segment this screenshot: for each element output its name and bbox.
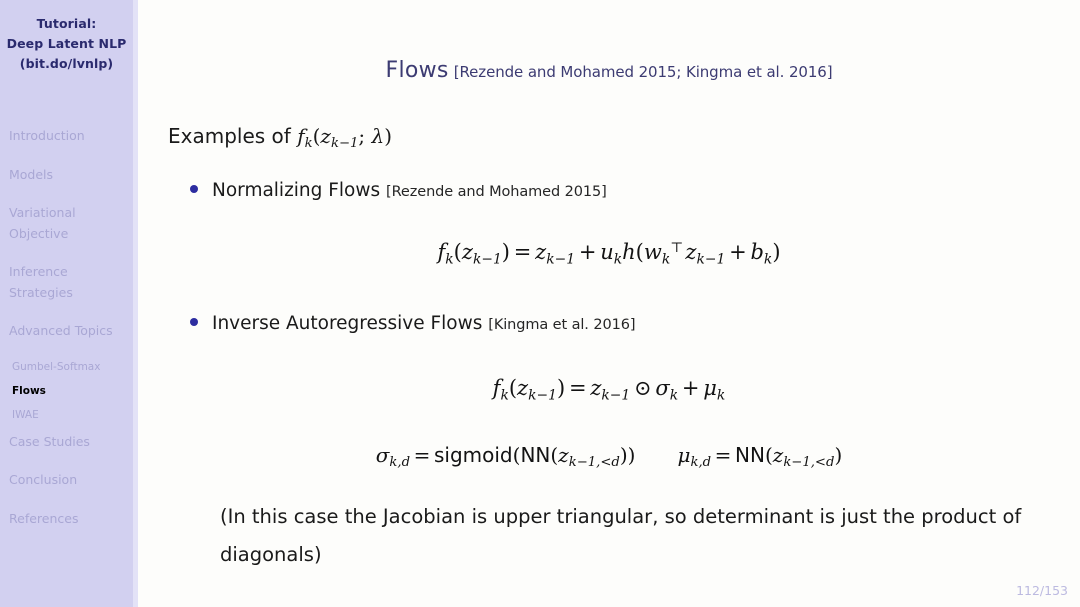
sidebar-item-advanced-topics[interactable]: Advanced Topics xyxy=(0,321,133,342)
sidebar-item-label: Introduction xyxy=(9,128,85,143)
sidebar-item-case-studies[interactable]: Case Studies xyxy=(0,432,133,453)
sidebar-item-variational-objective[interactable]: Variational Objective xyxy=(0,203,133,244)
sidebar-item-label: Flows xyxy=(12,384,46,397)
sidebar-title-line-1: Tutorial: xyxy=(36,16,97,31)
sidebar-item-label: Advanced Topics xyxy=(9,323,113,338)
examples-heading: Examples of fk(zk−1; λ) xyxy=(168,124,392,152)
page-title-citation: [Rezende and Mohamed 2015; Kingma et al.… xyxy=(453,63,833,81)
sidebar-item-label: References xyxy=(9,510,79,526)
examples-prefix: Examples of xyxy=(168,124,291,148)
bullet-citation: [Kingma et al. 2016] xyxy=(488,317,636,333)
bullet-icon xyxy=(190,317,198,326)
sidebar-item-gumbel-softmax[interactable]: Gumbel-Softmax xyxy=(0,360,133,374)
equation-iaf-params: σk,d = sigmoid(NN(zk−1,<d)) μk,d = NN(zk−1,<d… xyxy=(138,443,1080,471)
sidebar-title-line-2: Deep Latent NLP xyxy=(6,36,127,51)
equation-sigma: σk,d = sigmoid(NN(zk−1,<d)) xyxy=(375,443,636,471)
sidebar-item-label: Inference Strategies xyxy=(9,264,73,300)
sidebar-nav: Introduction Models Variational Objectiv… xyxy=(0,126,133,547)
page-title: Flows [Rezende and Mohamed 2015; Kingma … xyxy=(138,58,1080,83)
bullet-icon xyxy=(190,184,198,193)
sidebar-item-introduction[interactable]: Introduction xyxy=(0,126,133,147)
sidebar-item-iwae[interactable]: IWAE xyxy=(0,408,133,422)
page-title-text: Flows xyxy=(385,58,449,83)
sidebar-item-label: Models xyxy=(9,166,54,182)
sidebar-title-line-3: (bit.do/lvnlp) xyxy=(19,56,114,71)
sidebar-item-references[interactable]: References xyxy=(0,509,133,530)
bullet-citation: [Rezende and Mohamed 2015] xyxy=(386,184,607,200)
sidebar: Tutorial: Deep Latent NLP (bit.do/lvnlp)… xyxy=(0,0,133,607)
page-number: 112/153 xyxy=(1016,583,1068,598)
slide-root: Tutorial: Deep Latent NLP (bit.do/lvnlp)… xyxy=(0,0,1080,607)
bullet-label: Inverse Autoregressive Flows xyxy=(212,313,483,334)
sidebar-item-label: Case Studies xyxy=(9,433,90,449)
sidebar-title: Tutorial: Deep Latent NLP (bit.do/lvnlp) xyxy=(0,14,133,74)
examples-math: fk(zk−1; λ) xyxy=(297,124,392,152)
jacobian-note: (In this case the Jacobian is upper tria… xyxy=(220,505,1022,566)
sidebar-item-label: IWAE xyxy=(12,408,39,421)
equation-normalizing-flow: fk(zk−1) = zk−1 + ukh(wk⊤ zk−1 + bk) xyxy=(437,240,781,268)
sidebar-item-flows[interactable]: Flows xyxy=(0,384,133,398)
sidebar-item-models[interactable]: Models xyxy=(0,165,133,186)
sidebar-item-label: Variational Objective xyxy=(9,205,76,241)
equation-mu: μk,d = NN(zk−1,<d) xyxy=(677,443,843,471)
sidebar-item-label: Conclusion xyxy=(9,472,78,487)
sidebar-item-conclusion[interactable]: Conclusion xyxy=(0,470,133,491)
sidebar-item-label: Gumbel-Softmax xyxy=(12,360,101,373)
list-item: Normalizing Flows [Rezende and Mohamed 2… xyxy=(190,180,607,201)
slide-content: Flows [Rezende and Mohamed 2015; Kingma … xyxy=(138,0,1080,607)
list-item: Inverse Autoregressive Flows [Kingma et … xyxy=(190,313,635,334)
equation-iaf: fk(zk−1) = zk−1 ⊙ σk + μk xyxy=(492,376,726,404)
bullet-label: Normalizing Flows xyxy=(212,180,381,201)
sidebar-item-inference-strategies[interactable]: Inference Strategies xyxy=(0,262,133,303)
